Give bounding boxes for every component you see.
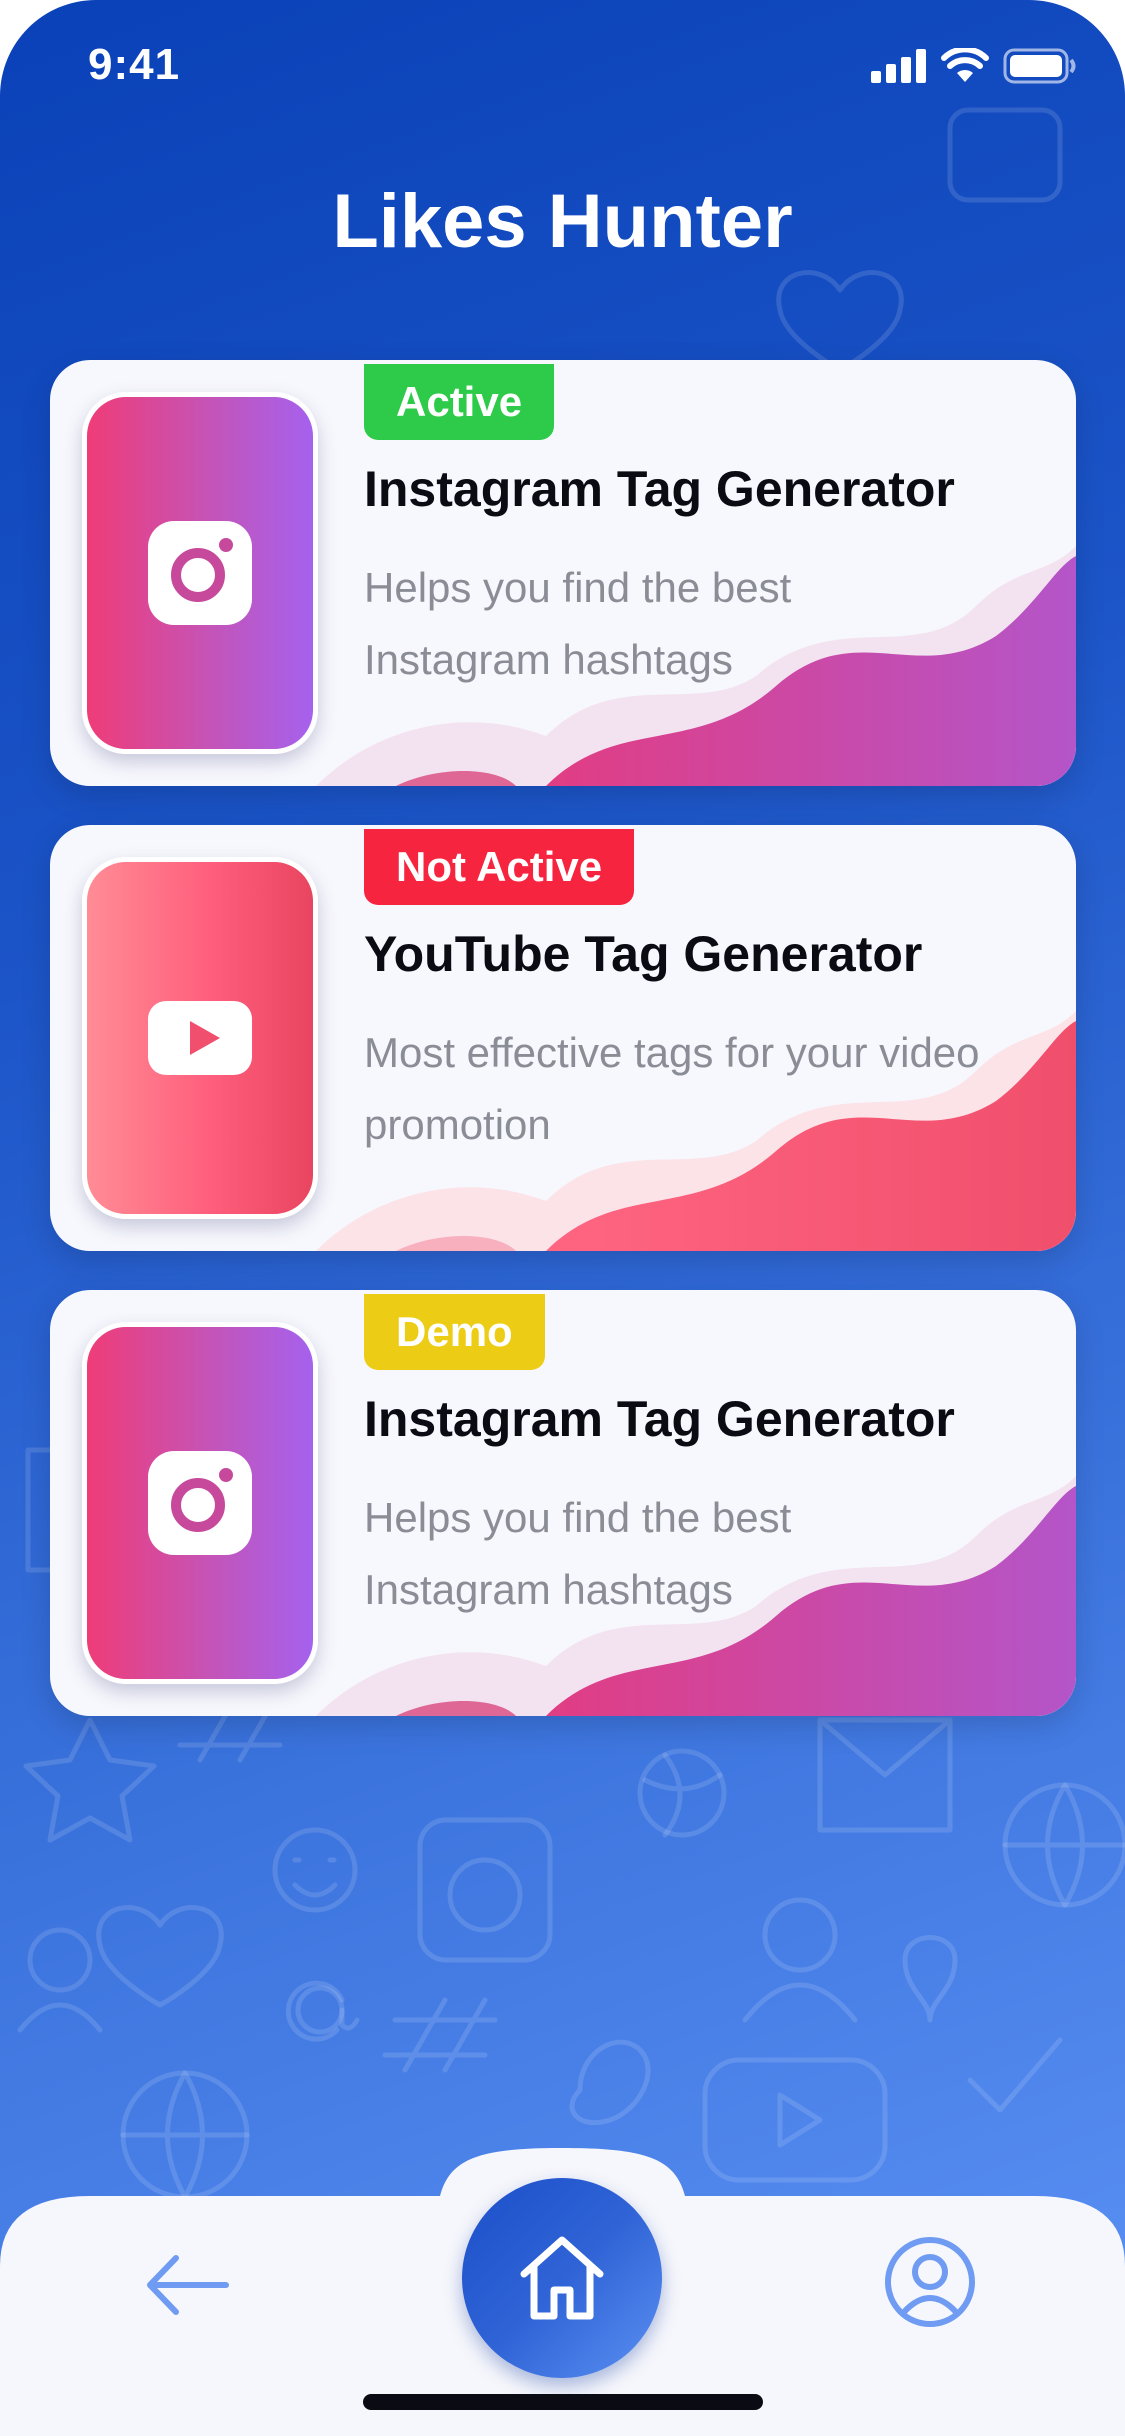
card-title: Instagram Tag Generator [364,1391,955,1447]
arrow-left-icon[interactable] [142,2250,232,2320]
battery-icon [1003,48,1076,84]
card-description: Most effective tags for your video promo… [364,1029,980,1148]
youtube-icon [148,1001,252,1075]
home-button[interactable] [462,2178,662,2378]
tool-card-instagram-active[interactable]: Active Instagram Tag Generator Helps you… [50,360,1076,786]
status-time: 9:41 [88,40,181,89]
instagram-icon [148,1451,252,1555]
instagram-tile [82,1322,318,1684]
status-badge: Not Active [364,829,635,905]
card-description: Helps you find the best Instagram hashta… [364,564,792,683]
status-badge: Active [364,364,555,440]
instagram-icon [148,521,252,625]
home-indicator [363,2394,763,2410]
page-title: Likes Hunter [332,179,793,264]
card-title: YouTube Tag Generator [364,926,923,982]
tool-card-instagram-demo[interactable]: Demo Instagram Tag Generator Helps you f… [50,1290,1076,1716]
status-badge: Demo [364,1294,545,1370]
status-icons [871,48,1077,84]
instagram-tile [82,392,318,754]
cellular-signal-icon [871,49,926,83]
card-description: Helps you find the best Instagram hashta… [364,1494,792,1613]
user-circle-icon[interactable] [884,2236,976,2328]
tool-card-youtube-not-active[interactable]: Not Active YouTube Tag Generator Most ef… [50,825,1076,1251]
home-icon [520,2236,604,2320]
wifi-icon [941,48,989,82]
app-screen: 9:41 Likes Hunter Active Instagram Tag G… [0,0,1125,2436]
youtube-tile [82,857,318,1219]
card-title: Instagram Tag Generator [364,461,955,517]
